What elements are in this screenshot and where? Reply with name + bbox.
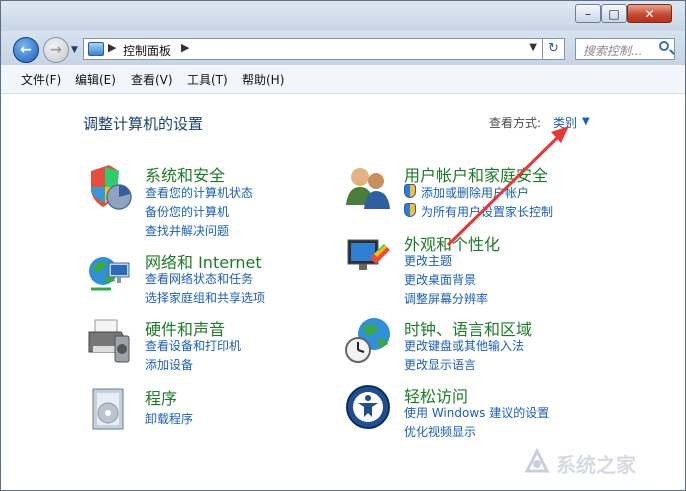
forward-arrow-icon: → (50, 42, 62, 58)
view-by-category-link[interactable]: 类别 (553, 114, 577, 131)
link-adjust-resolution[interactable]: 调整屏幕分辨率 (404, 290, 488, 307)
appearance-icon[interactable] (344, 232, 392, 280)
menu-bar: 文件(F) 编辑(E) 查看(V) 工具(T) 帮助(H) (1, 65, 685, 94)
link-change-input-methods[interactable]: 更改键盘或其他输入法 (404, 337, 524, 354)
link-add-device[interactable]: 添加设备 (145, 356, 193, 373)
programs-icon[interactable] (85, 385, 133, 433)
link-backup-computer[interactable]: 备份您的计算机 (145, 203, 229, 220)
network-icon[interactable] (85, 249, 133, 297)
breadcrumb-separator[interactable]: ▶ (181, 41, 189, 54)
link-troubleshoot[interactable]: 查找并解决问题 (145, 222, 229, 239)
refresh-button[interactable]: ↻ (543, 38, 565, 60)
minimize-icon: – (585, 7, 591, 21)
link-change-theme[interactable]: 更改主题 (404, 252, 452, 269)
users-icon[interactable] (344, 163, 392, 211)
system-security-icon[interactable] (85, 163, 133, 211)
search-placeholder[interactable]: 搜索控制... (583, 42, 642, 59)
forward-button[interactable]: → (43, 37, 69, 63)
view-by-dropdown-icon[interactable]: ▼ (582, 116, 590, 127)
ease-of-access-icon[interactable] (344, 383, 392, 431)
menu-edit[interactable]: 编辑(E) (75, 71, 116, 88)
page-title: 调整计算机的设置 (83, 115, 204, 133)
printer-icon[interactable] (85, 316, 133, 364)
menu-help[interactable]: 帮助(H) (242, 71, 284, 88)
link-change-display-language[interactable]: 更改显示语言 (404, 356, 476, 373)
minimize-button[interactable]: – (575, 4, 601, 23)
category-title-system-security[interactable]: 系统和安全 (145, 162, 225, 186)
menu-view[interactable]: 查看(V) (131, 71, 173, 88)
link-view-network-status[interactable]: 查看网络状态和任务 (145, 270, 253, 287)
recent-pages-dropdown[interactable]: ▼ (71, 45, 78, 55)
title-bar: – □ ✕ (1, 1, 685, 31)
search-icon[interactable] (659, 41, 669, 51)
link-add-remove-accounts[interactable]: 添加或删除用户帐户 (421, 184, 529, 201)
maximize-button[interactable]: □ (601, 4, 627, 23)
back-button[interactable]: ← (13, 37, 39, 63)
link-windows-recommended-settings[interactable]: 使用 Windows 建议的设置 (404, 404, 549, 421)
watermark: 系统之家 (518, 443, 680, 479)
uac-shield-icon (404, 203, 416, 217)
main-content: 调整计算机的设置 查看方式: 类别 ▼ 系统和安全 查看您的计算机状态 备份您的… (1, 94, 685, 490)
category-title-programs[interactable]: 程序 (145, 385, 177, 409)
link-change-desktop-background[interactable]: 更改桌面背景 (404, 271, 476, 288)
maximize-icon: □ (608, 7, 620, 21)
breadcrumb-separator[interactable]: ▶ (108, 41, 116, 54)
watermark-logo-icon (524, 447, 550, 473)
refresh-icon: ↻ (548, 41, 559, 56)
close-icon: ✕ (644, 7, 655, 21)
close-button[interactable]: ✕ (627, 4, 672, 23)
link-parental-controls[interactable]: 为所有用户设置家长控制 (421, 203, 553, 220)
category-title-user-accounts[interactable]: 用户帐户和家庭安全 (404, 162, 548, 186)
uac-shield-icon (404, 184, 416, 198)
link-uninstall-program[interactable]: 卸载程序 (145, 410, 193, 427)
address-bar[interactable]: ▶ 控制面板 ▶ ▼ (83, 38, 543, 60)
menu-file[interactable]: 文件(F) (21, 71, 61, 88)
view-by-label: 查看方式: (489, 116, 542, 130)
link-view-computer-status[interactable]: 查看您的计算机状态 (145, 184, 253, 201)
link-devices-printers[interactable]: 查看设备和打印机 (145, 337, 241, 354)
search-box[interactable]: 搜索控制... (575, 38, 675, 60)
menu-tools[interactable]: 工具(T) (187, 71, 228, 88)
watermark-text: 系统之家 (556, 453, 636, 477)
control-panel-window: – □ ✕ ← → ▼ ▶ 控制面板 ▶ ▼ ↻ 搜索控制... 文件(F) 编… (0, 0, 686, 491)
back-arrow-icon: ← (20, 42, 32, 58)
link-optimize-visual-display[interactable]: 优化视频显示 (404, 423, 476, 440)
control-panel-folder-icon (88, 42, 104, 56)
link-homegroup-sharing[interactable]: 选择家庭组和共享选项 (145, 289, 265, 306)
breadcrumb-control-panel[interactable]: 控制面板 (123, 42, 171, 59)
address-dropdown-icon[interactable]: ▼ (529, 42, 537, 53)
clock-globe-icon[interactable] (344, 316, 392, 364)
